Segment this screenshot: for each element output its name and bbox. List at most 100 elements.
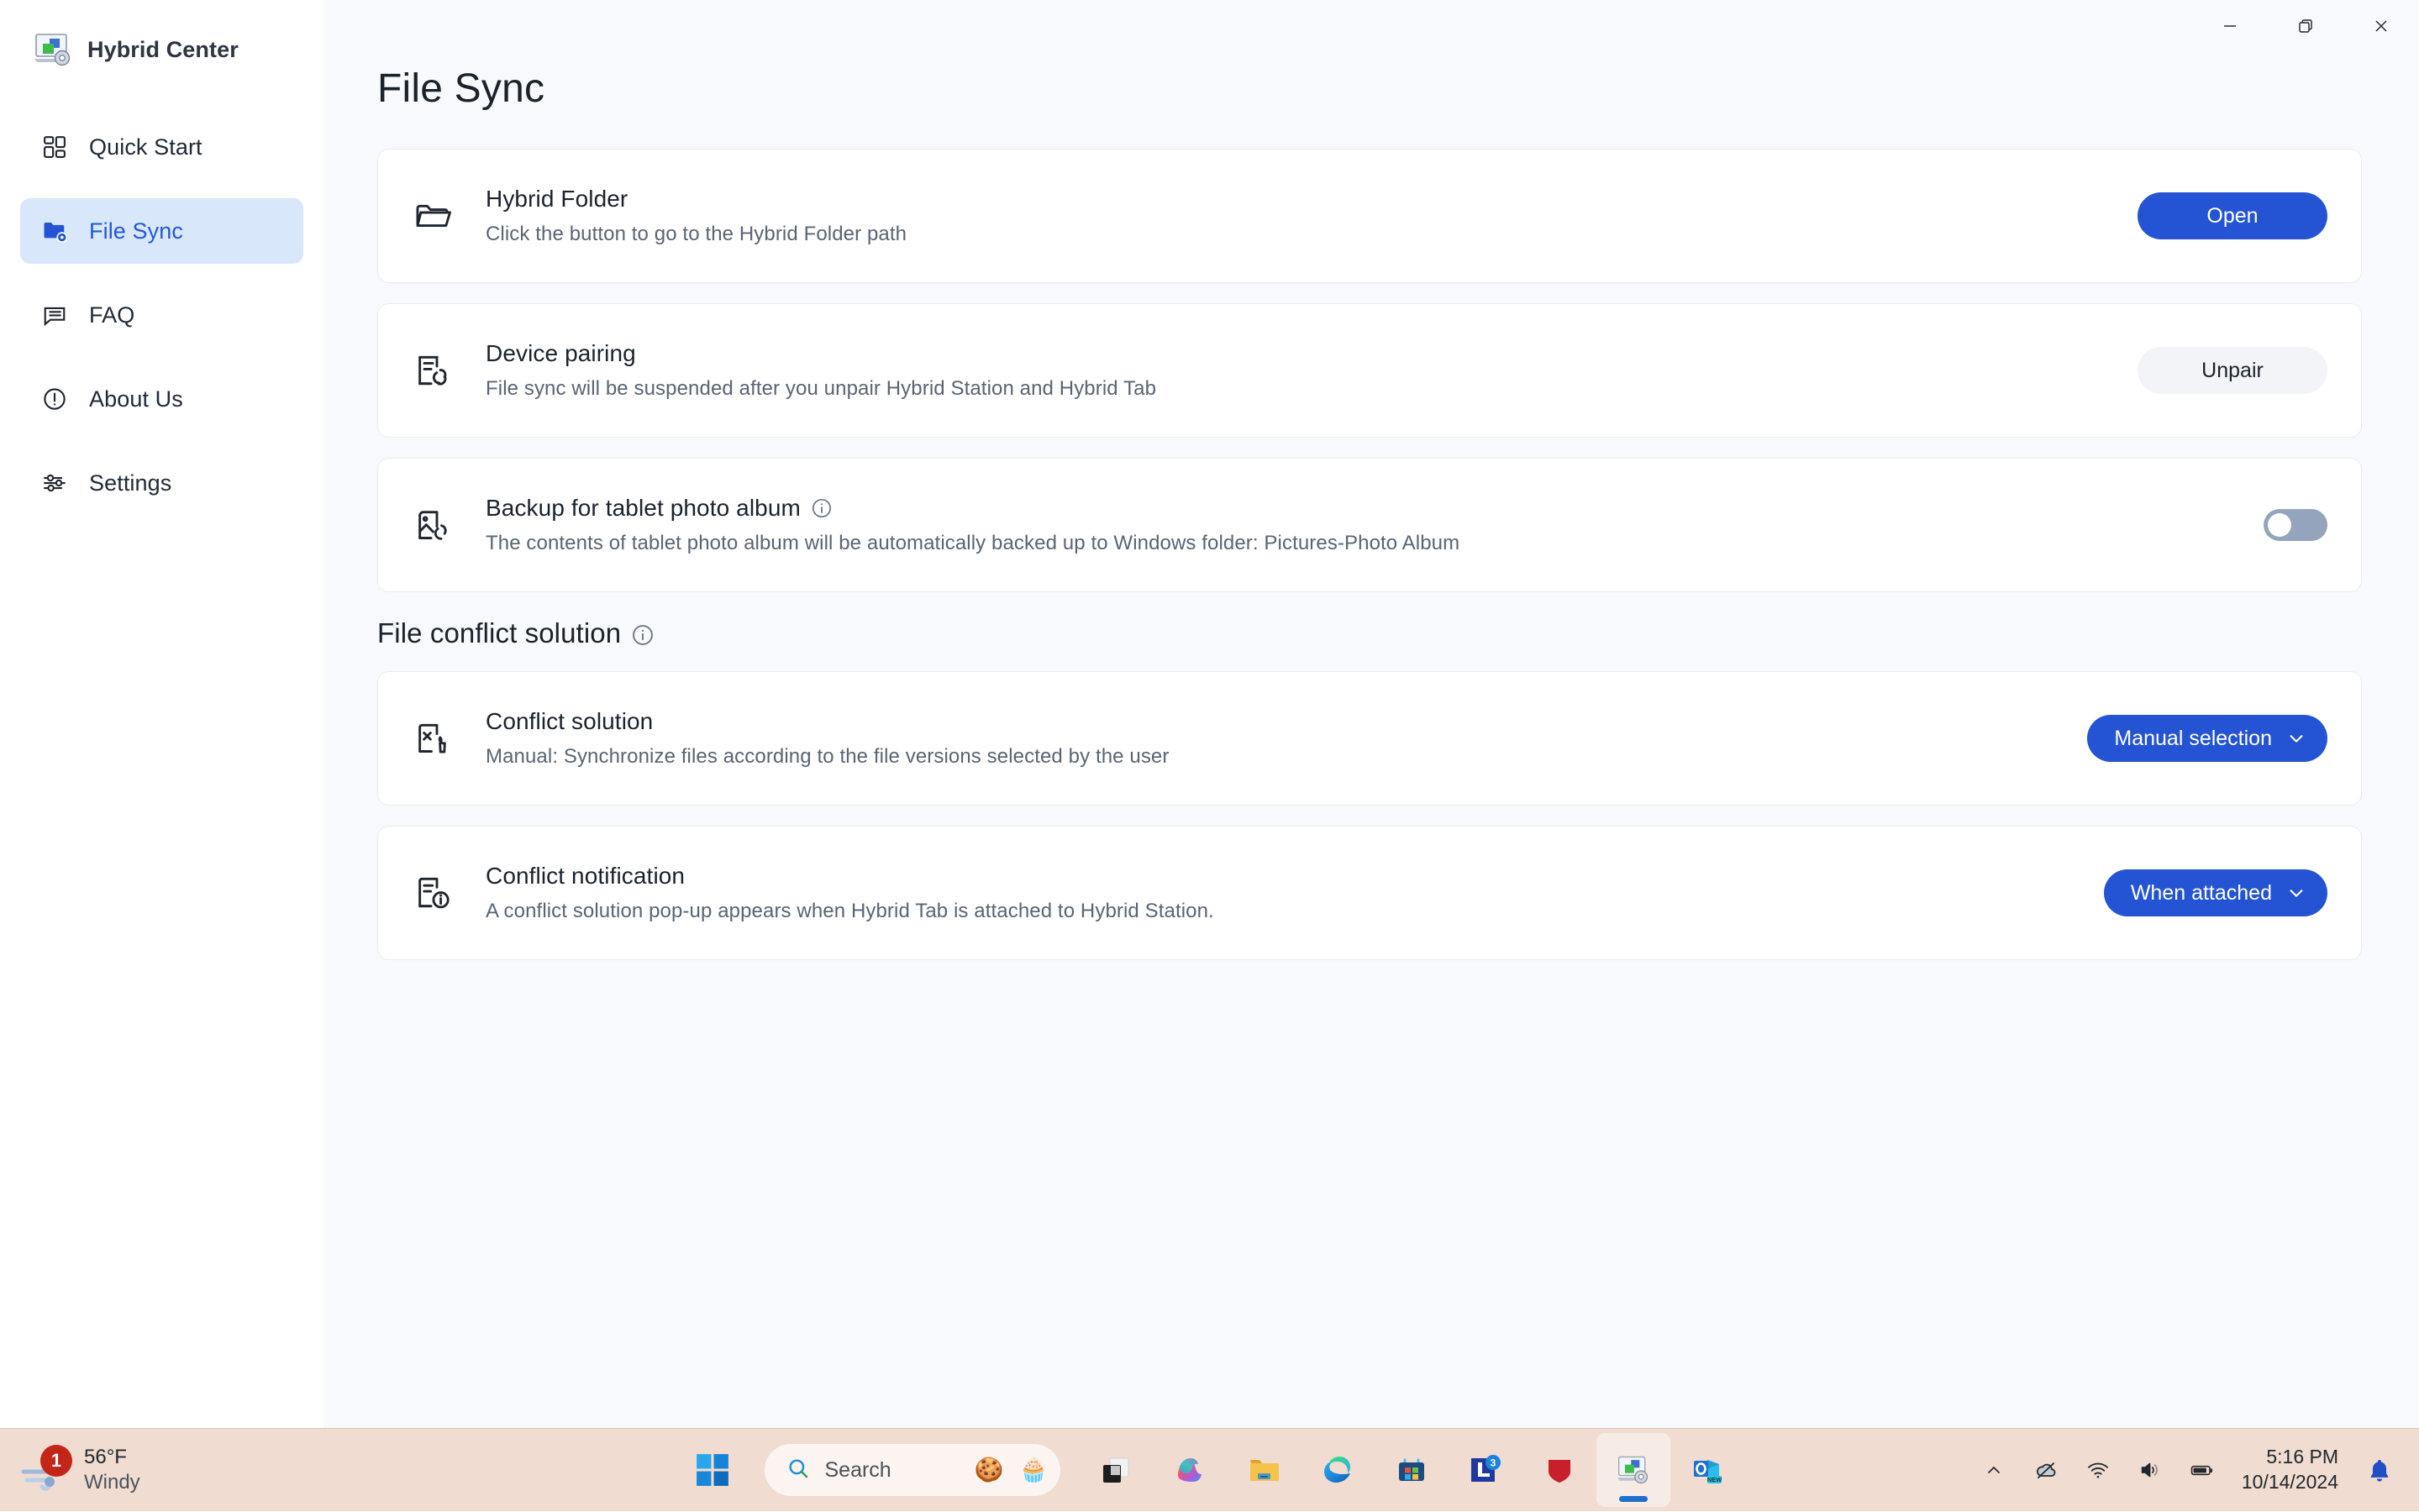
card-title-row: Hybrid Folder: [486, 186, 2138, 213]
svg-text:NEW: NEW: [1706, 1476, 1721, 1483]
card-title: Device pairing: [486, 340, 636, 366]
clock-time: 5:16 PM: [2266, 1446, 2338, 1468]
chevron-down-icon: [2287, 729, 2306, 748]
dropdown-label: Manual selection: [2114, 726, 2272, 750]
sidebar-item-settings[interactable]: Settings: [20, 450, 303, 516]
wifi-icon[interactable]: [2072, 1441, 2124, 1499]
mcafee-icon[interactable]: [1522, 1433, 1596, 1507]
folder-icon: [408, 192, 457, 240]
search-icon: [786, 1457, 810, 1484]
restore-button[interactable]: [2268, 0, 2343, 52]
card-text: Device pairing File sync will be suspend…: [486, 340, 2138, 401]
card-title-row: Conflict notification: [486, 863, 2104, 890]
photo-backup-toggle[interactable]: [2264, 509, 2327, 541]
volume-icon[interactable]: [2124, 1441, 2176, 1499]
windy-icon: 1: [18, 1445, 72, 1494]
sidebar: Hybrid Center Quick Start File Sync FAQ …: [0, 0, 323, 1428]
chat-bubble-icon: [40, 301, 69, 329]
card-conflict-solution: Conflict solution Manual: Synchronize fi…: [377, 671, 2362, 806]
windows-start-icon[interactable]: [676, 1433, 749, 1507]
conflict-notification-icon: [408, 869, 457, 917]
clock[interactable]: 5:16 PM 10/14/2024: [2242, 1445, 2338, 1495]
page-title: File Sync: [377, 66, 545, 111]
hybrid-center-icon: [34, 33, 72, 66]
card-title: Conflict solution: [486, 708, 654, 734]
conflict-notification-dropdown[interactable]: When attached: [2103, 869, 2327, 916]
info-icon[interactable]: [811, 497, 833, 519]
weather-condition: Windy: [84, 1471, 140, 1494]
card-photo-backup: Backup for tablet photo album The conten…: [377, 458, 2362, 592]
card-device-pairing: Device pairing File sync will be suspend…: [377, 303, 2362, 438]
app-window: Hybrid Center Quick Start File Sync FAQ …: [0, 0, 2419, 1428]
lenovo-icon[interactable]: 3: [1449, 1433, 1522, 1507]
taskbar-weather-widget[interactable]: 1 56°F Windy: [0, 1445, 336, 1495]
cupcake-emoji-icon[interactable]: 🧁: [1019, 1458, 1049, 1482]
clock-date: 10/14/2024: [2241, 1471, 2338, 1493]
card-text: Backup for tablet photo album The conten…: [486, 495, 2264, 555]
taskbar-center: Search 🍪 🧁 3 NEW: [676, 1429, 1744, 1512]
sidebar-nav: Quick Start File Sync FAQ About Us Setti…: [0, 114, 323, 516]
grid-icon: [40, 133, 69, 161]
sidebar-item-faq[interactable]: FAQ: [20, 282, 303, 348]
card-text: Conflict solution Manual: Synchronize fi…: [486, 708, 2087, 769]
card-description: A conflict solution pop-up appears when …: [486, 900, 1214, 922]
device-pairing-icon: [408, 346, 457, 395]
close-button[interactable]: [2343, 0, 2419, 52]
card-description: The contents of tablet photo album will …: [486, 532, 1460, 554]
svg-text:3: 3: [1490, 1457, 1496, 1469]
section-heading-label: File conflict solution: [377, 617, 622, 648]
card-description: File sync will be suspended after you un…: [486, 377, 1157, 400]
card-title: Hybrid Folder: [486, 186, 628, 212]
card-title: Conflict notification: [486, 863, 686, 889]
outlook-new-icon[interactable]: NEW: [1670, 1433, 1744, 1507]
window-controls: [2142, 0, 2419, 52]
search-input[interactable]: Search 🍪 🧁: [764, 1444, 1060, 1496]
card-title-row: Backup for tablet photo album: [486, 495, 2264, 522]
hybrid-center-taskbar-icon[interactable]: [1596, 1433, 1670, 1507]
card-title-row: Conflict solution: [486, 708, 2087, 735]
card-description: Click the button to go to the Hybrid Fol…: [486, 223, 907, 245]
battery-icon[interactable]: [2176, 1441, 2228, 1499]
sidebar-item-quick-start[interactable]: Quick Start: [20, 114, 303, 180]
card-title-row: Device pairing: [486, 340, 2138, 367]
card-text: Hybrid Folder Click the button to go to …: [486, 186, 2138, 246]
sidebar-item-label: About Us: [89, 386, 183, 412]
app-brand: Hybrid Center: [0, 24, 323, 71]
sidebar-item-file-sync[interactable]: File Sync: [20, 198, 303, 264]
toggle-knob: [2268, 513, 2291, 537]
onedrive-offline-icon[interactable]: [2020, 1441, 2072, 1499]
weather-temperature: 56°F: [84, 1446, 127, 1468]
main-content: File Sync Hybrid Folder Click the button…: [323, 0, 2419, 1428]
system-tray: 5:16 PM 10/14/2024: [1968, 1429, 2419, 1512]
dropdown-label: When attached: [2130, 880, 2272, 905]
card-title: Backup for tablet photo album: [486, 495, 801, 521]
edge-icon[interactable]: [1301, 1433, 1375, 1507]
sliders-icon: [40, 469, 69, 497]
card-conflict-notification: Conflict notification A conflict solutio…: [377, 826, 2362, 960]
microsoft-store-icon[interactable]: [1375, 1433, 1449, 1507]
conflict-solution-icon: [408, 714, 457, 763]
info-circle-icon: [40, 385, 69, 413]
bell-icon[interactable]: [2353, 1441, 2406, 1499]
task-view-icon[interactable]: [1079, 1433, 1153, 1507]
photo-backup-icon: [408, 501, 457, 549]
unpair-button[interactable]: Unpair: [2138, 347, 2327, 394]
file-explorer-icon[interactable]: [1227, 1433, 1301, 1507]
sidebar-item-about-us[interactable]: About Us: [20, 366, 303, 432]
conflict-solution-dropdown[interactable]: Manual selection: [2087, 715, 2327, 762]
sidebar-item-label: File Sync: [89, 218, 183, 244]
sidebar-item-label: FAQ: [89, 302, 135, 328]
cookie-emoji-icon[interactable]: 🍪: [975, 1458, 1004, 1482]
sidebar-item-label: Settings: [89, 470, 172, 496]
folder-sync-icon: [40, 217, 69, 245]
chevron-up-icon[interactable]: [1968, 1441, 2020, 1499]
info-icon[interactable]: [631, 622, 655, 645]
chevron-down-icon: [2287, 884, 2306, 902]
app-title: Hybrid Center: [87, 36, 239, 62]
weather-text: 56°F Windy: [84, 1445, 140, 1495]
weather-badge: 1: [40, 1445, 72, 1477]
card-hybrid-folder: Hybrid Folder Click the button to go to …: [377, 149, 2362, 283]
open-button[interactable]: Open: [2138, 192, 2327, 239]
minimize-button[interactable]: [2192, 0, 2268, 52]
copilot-icon[interactable]: [1153, 1433, 1227, 1507]
